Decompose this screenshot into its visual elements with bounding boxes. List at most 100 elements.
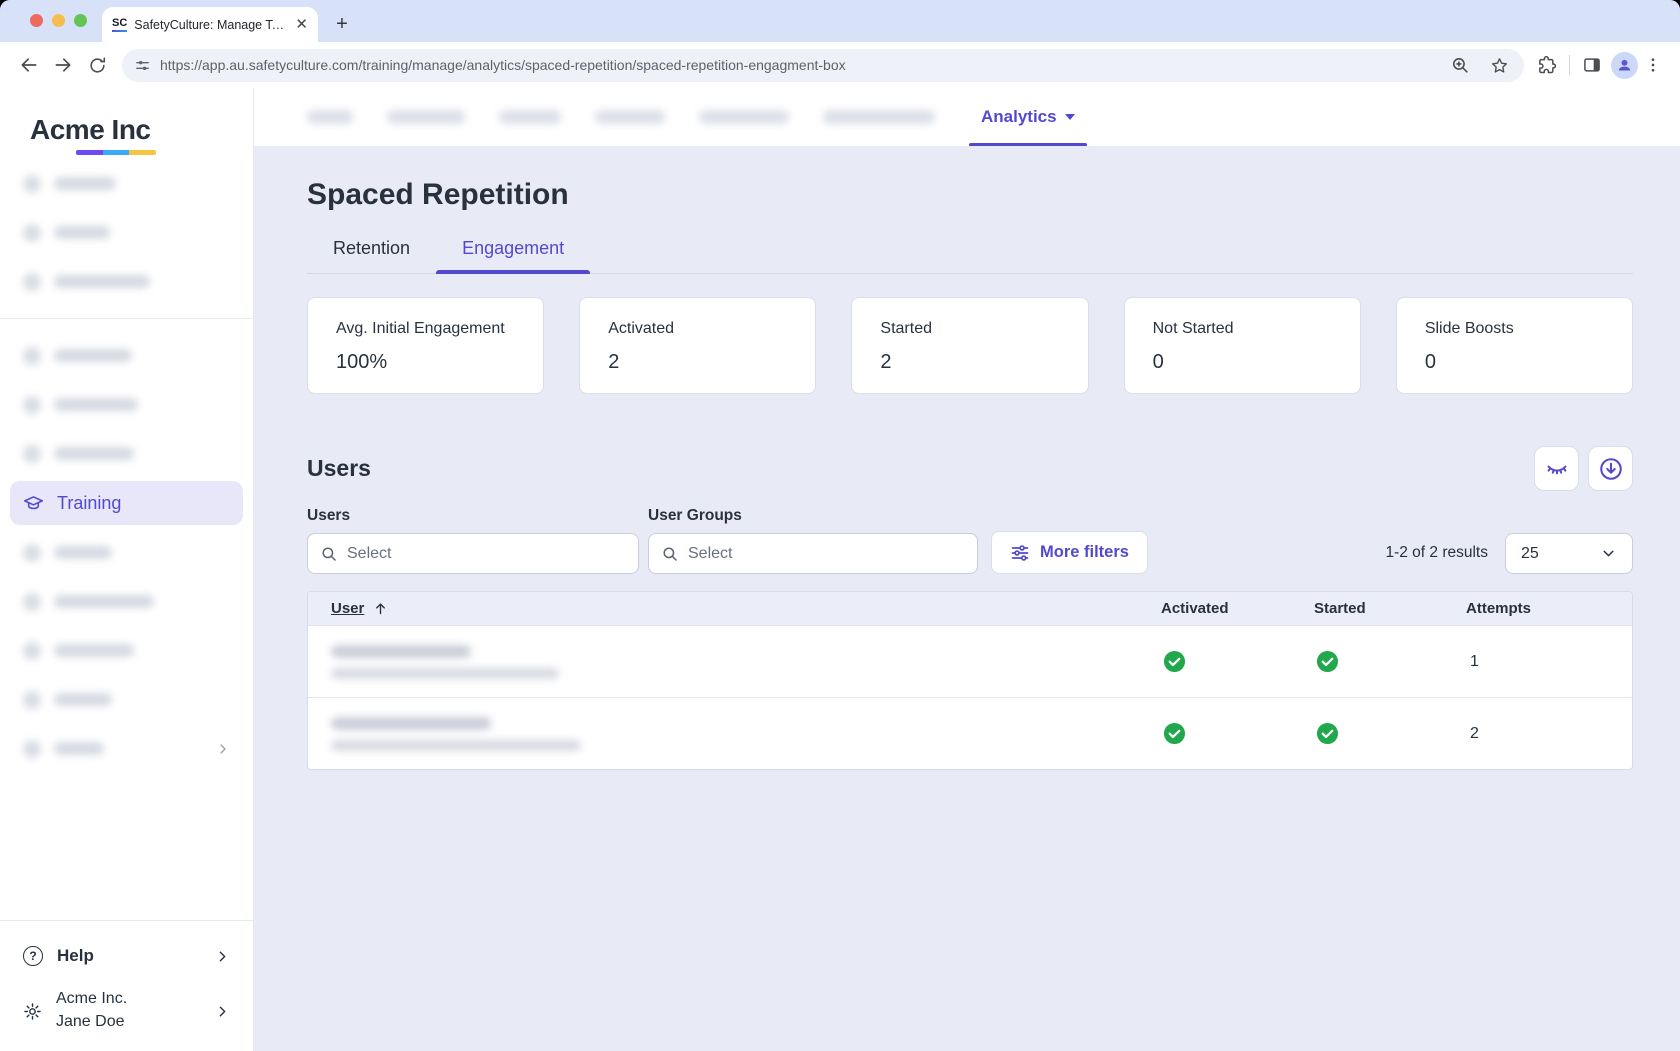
caret-down-icon — [1065, 114, 1075, 120]
page-content: Spaced Repetition Retention Engagement A… — [254, 146, 1680, 1051]
stat-value: 2 — [608, 351, 797, 374]
analytics-label: Analytics — [981, 107, 1057, 127]
tab-bar: Retention Engagement — [307, 238, 1633, 274]
traffic-lights — [30, 14, 87, 27]
download-button[interactable] — [1588, 446, 1633, 491]
redacted-icon — [23, 396, 41, 414]
stat-value: 2 — [880, 351, 1069, 374]
hide-columns-button[interactable] — [1534, 446, 1579, 491]
users-filter-label: Users — [307, 507, 639, 525]
page-size-value: 25 — [1521, 545, 1539, 563]
sidebar-item-redacted[interactable] — [10, 257, 243, 306]
activated-cell — [1161, 650, 1314, 673]
table-row: 2 — [308, 697, 1632, 769]
sidebar-item-redacted[interactable] — [10, 724, 243, 773]
url-bar[interactable]: https://app.au.safetyculture.com/trainin… — [122, 49, 1524, 82]
stat-card-activated: Activated 2 — [579, 297, 816, 394]
check-circle-icon — [1163, 650, 1186, 673]
back-icon[interactable] — [14, 50, 44, 80]
browser-profile-avatar[interactable] — [1611, 52, 1638, 79]
sort-ascending-icon — [373, 601, 388, 616]
topnav-item-redacted[interactable] — [499, 110, 561, 124]
extensions-icon[interactable] — [1532, 50, 1562, 80]
sidebar-item-redacted[interactable] — [10, 626, 243, 675]
stat-card-started: Started 2 — [851, 297, 1088, 394]
page-size-select[interactable]: 25 — [1505, 533, 1633, 574]
sidebar-item-redacted[interactable] — [10, 208, 243, 257]
help-icon: ? — [23, 946, 43, 966]
download-circle-icon — [1598, 456, 1624, 482]
column-header-user: User — [331, 600, 364, 617]
sidebar-item-redacted[interactable] — [10, 429, 243, 478]
groups-filter-select[interactable]: Select — [648, 533, 978, 574]
tab-engagement[interactable]: Engagement — [436, 238, 590, 273]
stat-label: Avg. Initial Engagement — [336, 320, 525, 338]
browser-toolbar: https://app.au.safetyculture.com/trainin… — [0, 42, 1680, 88]
close-window-button[interactable] — [30, 14, 43, 27]
column-header-attempts: Attempts — [1466, 600, 1632, 617]
reload-icon[interactable] — [82, 50, 112, 80]
minimize-window-button[interactable] — [52, 14, 65, 27]
sidebar-nav: Training — [0, 159, 253, 773]
more-filters-button[interactable]: More filters — [991, 531, 1148, 574]
topnav-item-analytics[interactable]: Analytics — [969, 88, 1087, 146]
sliders-icon — [1010, 543, 1030, 563]
search-icon — [320, 545, 338, 563]
account-menu[interactable]: Acme Inc. Jane Doe — [0, 979, 253, 1033]
started-cell — [1314, 650, 1466, 673]
help-label: Help — [57, 946, 94, 966]
users-filter-placeholder: Select — [347, 545, 391, 563]
table-header: User Activated Started Attempts — [308, 592, 1632, 625]
browser-tabstrip: SC SafetyCulture: Manage Teams and... ✕ … — [0, 0, 1680, 42]
side-panel-icon[interactable] — [1577, 50, 1607, 80]
sidebar-item-redacted[interactable] — [10, 380, 243, 429]
stat-card-slide-boosts: Slide Boosts 0 — [1396, 297, 1633, 394]
gear-icon — [23, 1002, 42, 1021]
topnav-item-redacted[interactable] — [699, 110, 789, 124]
chevron-right-icon — [214, 1003, 231, 1020]
groups-filter-label: User Groups — [648, 507, 978, 525]
attempts-cell: 1 — [1466, 653, 1632, 671]
users-table: User Activated Started Attempts — [307, 591, 1633, 770]
new-tab-button[interactable]: + — [328, 10, 356, 38]
sidebar-item-redacted[interactable] — [10, 331, 243, 380]
stat-value: 100% — [336, 351, 525, 374]
topnav-item-redacted[interactable] — [387, 110, 465, 124]
topnav-item-redacted[interactable] — [595, 110, 665, 124]
results-count: 1-2 of 2 results — [1385, 544, 1488, 574]
graduation-cap-icon — [23, 493, 44, 514]
sidebar-item-training[interactable]: Training — [10, 481, 243, 525]
tab-close-icon[interactable]: ✕ — [295, 17, 308, 32]
sidebar-item-redacted[interactable] — [10, 159, 243, 208]
redacted-icon — [23, 544, 41, 562]
topnav-item-redacted[interactable] — [823, 110, 935, 124]
browser-menu-icon[interactable] — [1638, 50, 1668, 80]
stat-cards: Avg. Initial Engagement 100% Activated 2… — [307, 297, 1633, 394]
zoom-icon[interactable] — [1447, 52, 1473, 78]
site-settings-icon[interactable] — [134, 57, 151, 74]
redacted-icon — [23, 740, 41, 758]
sidebar-item-redacted[interactable] — [10, 577, 243, 626]
started-cell — [1314, 722, 1466, 745]
sidebar-divider — [0, 318, 253, 319]
stat-card-avg-initial-engagement: Avg. Initial Engagement 100% — [307, 297, 544, 394]
sidebar-item-redacted[interactable] — [10, 528, 243, 577]
tab-retention[interactable]: Retention — [307, 238, 436, 273]
column-header-user-sort[interactable]: User — [308, 600, 1161, 617]
browser-tab[interactable]: SC SafetyCulture: Manage Teams and... ✕ — [102, 7, 318, 42]
sidebar-bottom: ? Help Acme Inc. Jane Doe — [0, 910, 253, 1051]
sidebar-item-redacted[interactable] — [10, 675, 243, 724]
stat-label: Activated — [608, 320, 797, 338]
bookmark-star-icon[interactable] — [1486, 52, 1512, 78]
table-row: 1 — [308, 625, 1632, 697]
redacted-icon — [23, 273, 41, 291]
safetyculture-favicon: SC — [112, 18, 127, 32]
help-button[interactable]: ? Help — [0, 933, 253, 979]
topnav-item-redacted[interactable] — [307, 110, 353, 124]
user-cell-redacted — [308, 717, 1161, 751]
forward-icon[interactable] — [48, 50, 78, 80]
maximize-window-button[interactable] — [74, 14, 87, 27]
users-filter-select[interactable]: Select — [307, 533, 639, 574]
activated-cell — [1161, 722, 1314, 745]
url-text: https://app.au.safetyculture.com/trainin… — [160, 57, 846, 73]
